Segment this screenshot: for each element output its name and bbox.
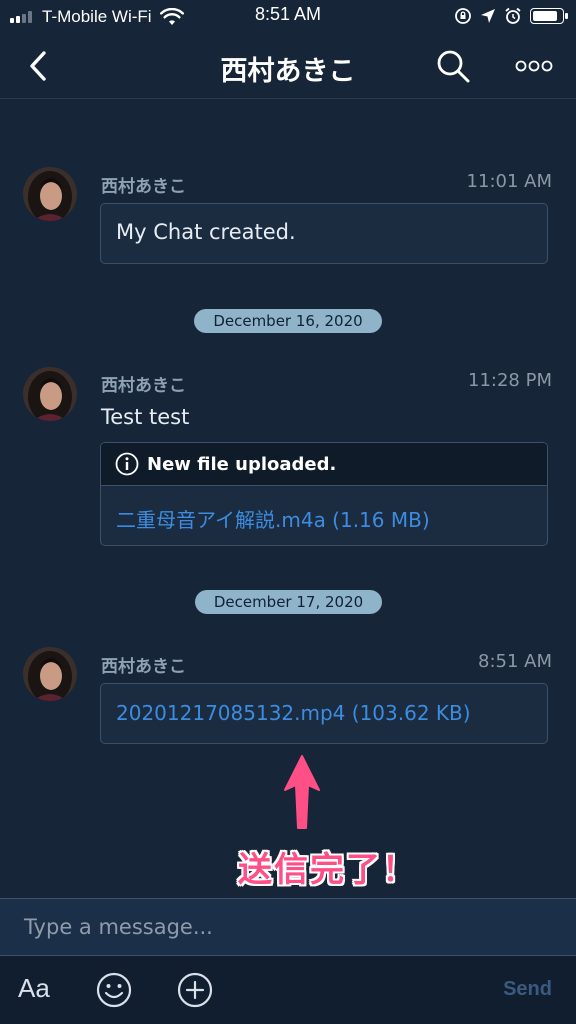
- search-button[interactable]: [432, 46, 474, 86]
- sender-name: 西村あきこ: [101, 177, 186, 197]
- battery-icon: [530, 8, 568, 24]
- file-upload-card: New file uploaded. 二重母音アイ解説.m4a (1.16 MB…: [100, 442, 548, 546]
- sender-name: 西村あきこ: [101, 657, 186, 677]
- add-attachment-icon[interactable]: [177, 972, 213, 1008]
- chat-title: 西村あきこ: [220, 56, 356, 87]
- avatar-photo: [23, 367, 77, 421]
- message-input-placeholder: Type a message...: [24, 915, 213, 939]
- status-bar: T-Mobile Wi-Fi 8:51 AM: [0, 0, 576, 34]
- message-time: 11:28 PM: [468, 370, 552, 391]
- message-time: 8:51 AM: [478, 651, 552, 672]
- avatar[interactable]: [23, 367, 77, 421]
- file-message-bubble: 20201217085132.mp4 (103.62 KB): [100, 683, 548, 744]
- message-input[interactable]: Type a message...: [0, 898, 576, 956]
- message-text: Test test: [101, 405, 190, 429]
- info-icon: [115, 452, 139, 476]
- back-button[interactable]: [20, 48, 56, 84]
- avatar-photo: [23, 647, 77, 701]
- chat-header: 西村あきこ: [0, 34, 576, 99]
- rotation-lock-icon: [455, 8, 471, 24]
- search-icon: [437, 50, 470, 83]
- emoji-icon[interactable]: [96, 972, 132, 1008]
- composer-toolbar: Aa Send: [0, 956, 576, 1024]
- file-link[interactable]: 20201217085132.mp4 (103.62 KB): [116, 701, 471, 725]
- message-time: 11:01 AM: [466, 171, 552, 192]
- avatar-photo: [23, 167, 77, 221]
- message-text: My Chat created.: [116, 220, 296, 244]
- file-card-title: New file uploaded.: [147, 453, 337, 475]
- avatar[interactable]: [23, 647, 77, 701]
- chevron-left-icon: [30, 51, 46, 81]
- annotation-label: 送信完了！: [238, 850, 418, 890]
- message-bubble: My Chat created.: [100, 203, 548, 264]
- more-icon: [515, 60, 553, 72]
- annotation-arrow-icon: [284, 755, 320, 829]
- file-link[interactable]: 二重母音アイ解説.m4a (1.16 MB): [116, 504, 430, 533]
- sender-name: 西村あきこ: [101, 376, 186, 396]
- send-button[interactable]: Send: [503, 978, 552, 1001]
- file-card-header: New file uploaded.: [101, 443, 547, 486]
- format-button[interactable]: Aa: [18, 973, 50, 1004]
- alarm-icon: [505, 7, 521, 24]
- date-divider: December 17, 2020: [195, 590, 382, 614]
- avatar[interactable]: [23, 167, 77, 221]
- more-options-button[interactable]: [512, 48, 556, 84]
- date-divider: December 16, 2020: [194, 309, 382, 333]
- location-icon: [481, 9, 495, 23]
- status-right: [454, 5, 568, 27]
